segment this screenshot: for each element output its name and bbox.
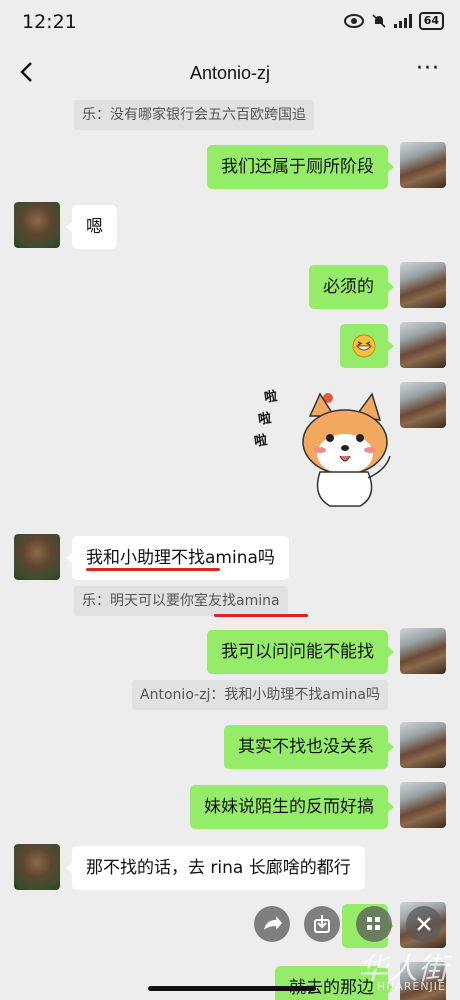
chat-header: Antonio-zj ···	[0, 46, 460, 102]
download-icon	[314, 915, 330, 933]
grid-icon	[367, 917, 380, 930]
my-avatar[interactable]	[400, 262, 446, 308]
status-time: 12:21	[22, 11, 77, 33]
download-button[interactable]	[304, 906, 340, 942]
contact-avatar[interactable]	[14, 202, 60, 248]
corgi-sticker-icon	[302, 392, 391, 507]
signal-icon	[393, 14, 412, 28]
contact-avatar[interactable]	[14, 534, 60, 580]
received-message-bubble[interactable]: 那不找的话，去 rina 长廊啥的都行	[66, 846, 365, 890]
my-avatar[interactable]	[400, 382, 446, 428]
quote-reference[interactable]: 乐：明天可以要你室友找amina	[74, 586, 288, 616]
more-options-icon[interactable]: ···	[416, 58, 442, 84]
contact-avatar[interactable]	[14, 844, 60, 890]
eye-icon	[343, 14, 364, 28]
close-button[interactable]	[406, 906, 442, 942]
quote-reference[interactable]: 乐：没有哪家银行会五六百欧跨国追	[74, 100, 314, 130]
quote-reference[interactable]: Antonio-zj：我和小助理不找amina吗	[132, 680, 388, 710]
status-icons: 64	[343, 12, 444, 30]
received-message-bubble[interactable]: 我和小助理不找amina吗	[66, 536, 289, 580]
grid-menu-button[interactable]	[356, 906, 392, 942]
home-indicator[interactable]	[148, 986, 316, 991]
my-avatar[interactable]	[400, 322, 446, 368]
handwritten-underline	[86, 568, 220, 571]
sent-message-bubble[interactable]: 我们还属于厕所阶段	[207, 145, 394, 189]
sent-message-bubble[interactable]: 妹妹说陌生的反而好搞	[190, 785, 394, 829]
my-avatar[interactable]	[400, 142, 446, 188]
sent-message-bubble[interactable]: 其实不找也没关系	[224, 725, 394, 769]
battery-icon: 64	[418, 12, 444, 30]
sent-message-bubble[interactable]: 必须的	[309, 265, 394, 309]
watermark-text: HUARENJIE	[376, 980, 446, 993]
sticker-text-3: 啦	[253, 433, 269, 450]
grin-emoji-icon	[352, 334, 376, 358]
my-avatar[interactable]	[400, 722, 446, 768]
status-bar: 12:21 64	[0, 0, 460, 46]
my-avatar[interactable]	[400, 628, 446, 674]
close-icon	[417, 917, 431, 931]
share-button[interactable]	[254, 906, 290, 942]
handwritten-underline	[214, 614, 308, 617]
my-avatar[interactable]	[400, 782, 446, 828]
share-icon	[264, 916, 282, 930]
mute-bell-icon	[372, 14, 386, 28]
sent-message-bubble[interactable]: 我可以问问能不能找	[207, 630, 394, 674]
sticker-text-2: 啦	[257, 411, 273, 428]
sticker-text-1: 啦	[263, 389, 279, 406]
chat-title: Antonio-zj	[189, 63, 271, 83]
sent-emoji-bubble[interactable]	[340, 324, 394, 368]
received-message-bubble[interactable]: 嗯	[66, 205, 117, 249]
sticker-message[interactable]: 啦 啦 啦	[250, 380, 391, 520]
